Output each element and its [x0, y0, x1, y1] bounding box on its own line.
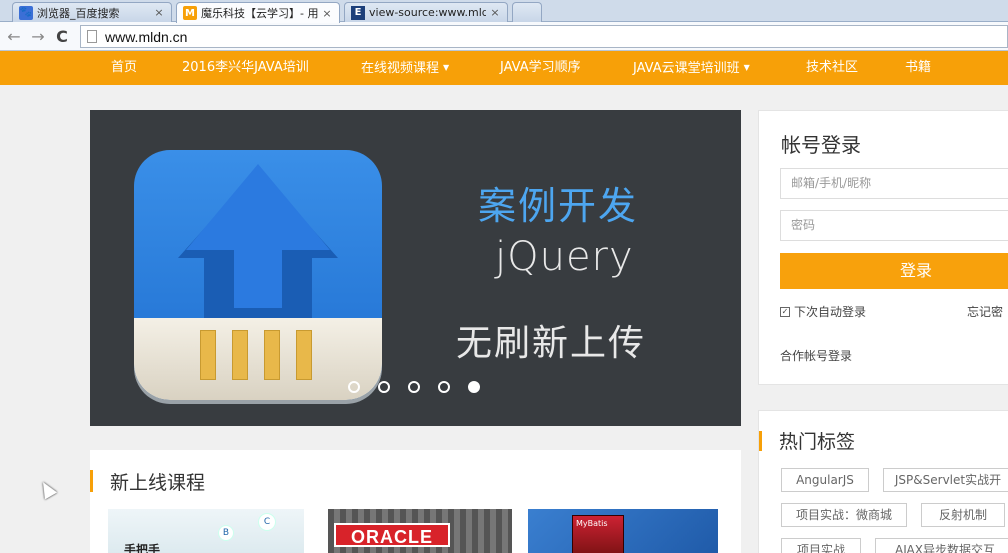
new-courses-section: 新上线课程 B C 手把手 ORACLE MyBatis — [90, 450, 741, 553]
tab-mldn[interactable]: M 魔乐科技【云学习】- 用 × — [176, 2, 340, 23]
url-text[interactable]: www.mldn.cn — [105, 29, 187, 45]
course-thumbnail[interactable]: MyBatis — [528, 509, 718, 553]
remember-label: 下次自动登录 — [794, 305, 867, 319]
reload-icon[interactable]: C — [50, 24, 74, 48]
nav-online-video[interactable]: 在线视频课程 ▼ — [361, 51, 449, 85]
mybatis-book-cover: MyBatis — [572, 515, 624, 553]
page-icon — [87, 30, 97, 43]
banner-subtitle-upload: 无刷新上传 — [456, 323, 647, 364]
forward-arrow-icon[interactable]: → — [26, 24, 50, 48]
address-bar[interactable]: www.mldn.cn — [80, 25, 1008, 48]
close-icon[interactable]: × — [489, 6, 501, 19]
nav-java-order[interactable]: JAVA学习顺序 — [500, 51, 581, 85]
nav-java-training[interactable]: 2016李兴华JAVA培训 — [182, 51, 309, 85]
new-courses-title: 新上线课程 — [110, 472, 206, 494]
tray-slot — [296, 330, 312, 380]
new-tab-button[interactable] — [512, 2, 542, 22]
close-icon[interactable]: × — [321, 7, 333, 20]
tab-title: 魔乐科技【云学习】- 用 — [201, 7, 318, 20]
nav-community[interactable]: 技术社区 — [806, 51, 858, 85]
remember-me[interactable]: ✓ 下次自动登录 — [780, 303, 866, 320]
tray-slot — [264, 330, 280, 380]
nav-cloud-class[interactable]: JAVA云课堂培训班 ▼ — [633, 51, 750, 85]
chevron-down-icon: ▼ — [443, 63, 450, 72]
tray-slot — [200, 330, 216, 380]
carousel-dot[interactable] — [438, 381, 450, 393]
bubble-c: C — [258, 513, 276, 531]
nav-label: JAVA云课堂培训班 — [633, 61, 740, 76]
site-nav: 首页 2016李兴华JAVA培训 在线视频课程 ▼ JAVA学习顺序 JAVA云课… — [0, 51, 1008, 85]
oracle-logo: ORACLE — [334, 523, 450, 547]
baidu-paw-icon: 🐾 — [19, 5, 33, 20]
nav-label: 在线视频课程 — [361, 61, 440, 76]
carousel-dot[interactable] — [408, 381, 420, 393]
mldn-icon: M — [183, 6, 197, 20]
tag-item[interactable]: AngularJS — [781, 468, 869, 492]
course-thumb-text: 手把手 — [124, 543, 161, 553]
carousel-dots — [348, 381, 480, 393]
tag-item[interactable]: JSP&Servlet实战开 — [883, 468, 1008, 492]
mouse-cursor-icon — [36, 478, 58, 500]
tab-baidu-search[interactable]: 🐾 浏览器_百度搜索 × — [12, 2, 172, 22]
tag-item[interactable]: 项目实战：微商城 — [781, 503, 907, 527]
section-accent — [90, 470, 93, 492]
tag-item[interactable]: 项目实战 — [781, 538, 861, 553]
tag-item[interactable]: 反射机制 — [921, 503, 1005, 527]
e-icon: E — [351, 5, 365, 20]
tag-item[interactable]: AJAX异步数据交互 — [875, 538, 1008, 553]
carousel-dot[interactable] — [348, 381, 360, 393]
username-field[interactable]: 邮箱/手机/昵称 — [780, 168, 1008, 199]
chevron-down-icon: ▼ — [743, 63, 750, 72]
course-thumbnail[interactable]: B C 手把手 — [108, 509, 304, 553]
password-field[interactable]: 密码 — [780, 210, 1008, 241]
hot-tags-panel: 热门标签 AngularJS JSP&Servlet实战开 项目实战：微商城 反… — [758, 410, 1008, 553]
login-button[interactable]: 登录 — [780, 253, 1008, 289]
bubble-b: B — [218, 525, 234, 541]
browser-tab-strip: 🐾 浏览器_百度搜索 × M 魔乐科技【云学习】- 用 × E view-sou… — [0, 0, 1008, 23]
nav-books[interactable]: 书籍 — [905, 51, 931, 85]
tray-slot — [232, 330, 248, 380]
course-thumbnail[interactable]: ORACLE — [328, 509, 512, 553]
tab-title: view-source:www.mldn — [369, 6, 486, 19]
hot-tags-title: 热门标签 — [779, 431, 856, 453]
back-arrow-icon[interactable]: ← — [2, 24, 26, 48]
banner-carousel[interactable]: 案例开发 jQuery 无刷新上传 — [90, 110, 741, 426]
browser-toolbar: ← → C www.mldn.cn — [0, 22, 1008, 51]
carousel-dot[interactable] — [468, 381, 480, 393]
banner-subtitle-jquery: jQuery — [495, 234, 634, 280]
login-panel: 帐号登录 邮箱/手机/昵称 密码 登录 ✓ 下次自动登录 忘记密 合作帐号登录 — [758, 110, 1008, 385]
carousel-dot[interactable] — [378, 381, 390, 393]
partner-login-link[interactable]: 合作帐号登录 — [780, 347, 852, 364]
tab-title: 浏览器_百度搜索 — [37, 6, 120, 20]
tray — [134, 318, 382, 400]
section-accent — [759, 431, 762, 451]
close-icon[interactable]: × — [153, 6, 165, 19]
tab-view-source[interactable]: E view-source:www.mldn × — [344, 2, 508, 22]
upload-app-icon — [134, 150, 382, 400]
remember-checkbox[interactable]: ✓ — [780, 306, 790, 317]
login-title: 帐号登录 — [781, 133, 861, 157]
nav-home[interactable]: 首页 — [111, 51, 137, 85]
banner-headline: 案例开发 — [478, 184, 639, 228]
forgot-password-link[interactable]: 忘记密 — [967, 303, 1003, 320]
